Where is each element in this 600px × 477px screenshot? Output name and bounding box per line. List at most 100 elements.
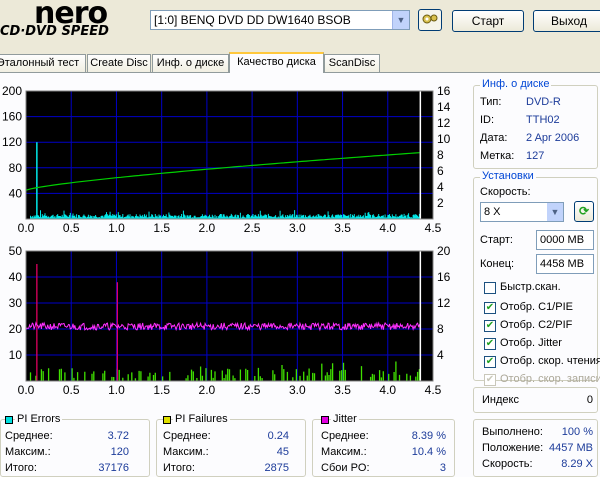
position-label: Положение: (482, 442, 544, 454)
pi-failures-swatch (163, 416, 171, 424)
x-tick-label: 0.0 (18, 383, 35, 397)
show-read-speed-checkbox[interactable]: ✔ (484, 356, 496, 368)
end-mb-input[interactable]: 4458 MB (536, 254, 594, 274)
pi-failures-total: 2875 (264, 462, 289, 474)
exit-button[interactable]: Выход (533, 10, 600, 32)
y2-tick-label: 4 (437, 348, 444, 362)
nero-logo: nero CD·DVD SPEED (0, 0, 150, 44)
disc-type-label: Тип: (480, 96, 502, 108)
disc-id-value: TTH02 (526, 114, 560, 126)
pi-failures-title: PI Failures (173, 413, 230, 425)
disc-info-title: Инф. о диске (480, 78, 552, 90)
show-c2pif-label: Отобр. C2/PIF (500, 319, 573, 331)
tab-bar: Эталонный тест Create Disc Инф. о диске … (0, 52, 600, 73)
disc-info-group: Инф. о диске Тип: DVD-R ID: TTH02 Дата: … (473, 78, 598, 169)
y-tick-label: 120 (2, 135, 22, 149)
y-tick-label: 40 (9, 270, 23, 284)
pi-failures-max: 45 (276, 446, 289, 458)
settings-group: Установки Скорость: 8 X ▼ ⟳ Старт: 0000 … (473, 170, 600, 386)
speed-select-value: 8 X (484, 206, 501, 218)
y2-tick-label: 2 (437, 196, 444, 210)
pi-errors-avg-label: Среднее: (5, 430, 53, 442)
show-c2pif-checkbox[interactable]: ✔ (484, 320, 496, 332)
position-value: 4457 MB (548, 442, 593, 454)
plot-background (26, 91, 433, 219)
show-write-speed-label: Отобр. скор. записи (500, 373, 600, 385)
tab-benchmark[interactable]: Эталонный тест (0, 54, 86, 72)
quick-scan-checkbox[interactable] (484, 282, 496, 294)
jitter-title: Jitter (331, 413, 359, 425)
x-tick-label: 2.0 (199, 221, 216, 233)
show-c1pie-checkbox[interactable]: ✔ (484, 302, 496, 314)
index-value: 0 (586, 394, 593, 406)
pi-errors-stats: PI Errors Среднее: 3.72 Максим.: 120 Ито… (0, 413, 150, 477)
tab-scandisc[interactable]: ScanDisc (324, 54, 380, 72)
done-label: Выполнено: (482, 426, 543, 438)
speed-label: Скорость: (480, 186, 531, 198)
start-button[interactable]: Старт (452, 10, 524, 32)
pi-errors-avg: 3.72 (107, 430, 129, 442)
x-tick-label: 1.0 (108, 221, 125, 233)
y2-tick-label: 10 (437, 132, 451, 146)
drive-select-value: [1:0] BENQ DVD DD DW1640 BSOB (154, 13, 351, 27)
x-tick-label: 0.0 (18, 221, 35, 233)
speed-select[interactable]: 8 X ▼ (480, 202, 564, 222)
pi-errors-swatch (5, 416, 13, 424)
pi-failures-avg-label: Среднее: (163, 430, 211, 442)
done-value: 100 % (561, 426, 593, 438)
y-tick-label: 10 (9, 348, 23, 362)
pi-errors-chart-area: 0.0 0.5 1.0 1.5 2.0 2.5 3.0 3.5 4.0 4.5 200 160 120 8… (0, 83, 470, 235)
gear-icon (422, 14, 438, 24)
tab-disc-quality[interactable]: Качество диска (229, 52, 324, 73)
pi-failures-total-label: Итого: (163, 462, 195, 474)
jitter-swatch (321, 416, 329, 424)
y-tick-label: 160 (2, 110, 22, 124)
disc-id-label: ID: (480, 114, 495, 126)
logo-speed-text: CD·DVD SPEED (0, 24, 109, 39)
refresh-speed-button[interactable]: ⟳ (574, 201, 594, 222)
chevron-down-icon[interactable]: ▼ (547, 203, 563, 221)
tab-disc-info[interactable]: Инф. о диске (152, 54, 229, 72)
y-tick-label: 200 (2, 84, 22, 98)
show-write-speed-checkbox: ✔ (484, 374, 496, 386)
chevron-down-icon[interactable]: ▼ (392, 11, 409, 29)
x-tick-label: 2.5 (244, 221, 261, 233)
x-tick-label: 1.5 (153, 383, 170, 397)
read-speed-label: Скорость: (482, 458, 533, 470)
x-tick-label: 3.5 (334, 221, 351, 233)
start-mb-label: Старт: (480, 234, 513, 246)
pi-errors-chart: 0.0 0.5 1.0 1.5 2.0 2.5 3.0 3.5 4.0 4.5 200 160 120 8… (2, 84, 451, 235)
drive-config-button[interactable] (418, 9, 442, 31)
y2-tick-label: 4 (437, 180, 444, 194)
start-mb-input[interactable]: 0000 MB (536, 230, 594, 250)
quick-scan-label: Быстр.скан. (500, 281, 561, 293)
y2-tick-label: 12 (437, 296, 451, 310)
refresh-icon: ⟳ (578, 204, 590, 218)
show-jitter-checkbox[interactable]: ✔ (484, 338, 496, 350)
show-read-speed-label: Отобр. скор. чтения (500, 355, 600, 367)
pi-failures-chart-area: 0.0 0.5 1.0 1.5 2.0 2.5 3.0 3.5 4.0 4.5 50 40 30 20 10… (0, 243, 470, 403)
y2-tick-label: 12 (437, 116, 451, 130)
main-panel: 0.0 0.5 1.0 1.5 2.0 2.5 3.0 3.5 4.0 4.5 200 160 120 8… (0, 72, 600, 477)
pi-failures-avg: 0.24 (267, 430, 289, 442)
y2-tick-label: 16 (437, 270, 451, 284)
disc-date-value: 2 Apr 2006 (526, 132, 580, 144)
disc-date-label: Дата: (480, 132, 508, 144)
po-failures-label: Сбои PO: (321, 462, 370, 474)
pi-errors-total-label: Итого: (5, 462, 37, 474)
y-tick-label: 40 (9, 186, 23, 200)
drive-select[interactable]: [1:0] BENQ DVD DD DW1640 BSOB ▼ (150, 10, 410, 30)
y2-tick-label: 8 (437, 148, 444, 162)
show-jitter-label: Отобр. Jitter (500, 337, 562, 349)
jitter-max: 10.4 % (411, 446, 446, 458)
pi-errors-max: 120 (110, 446, 129, 458)
index-box: Индекс 0 (473, 387, 598, 413)
y2-tick-label: 6 (437, 164, 444, 178)
y-tick-label: 20 (9, 322, 23, 336)
index-label: Индекс (482, 394, 519, 406)
tab-create-disc[interactable]: Create Disc (87, 54, 151, 72)
disc-type-value: DVD-R (526, 96, 561, 108)
jitter-avg-label: Среднее: (321, 430, 369, 442)
x-tick-label: 2.5 (244, 383, 261, 397)
settings-title: Установки (480, 170, 536, 182)
